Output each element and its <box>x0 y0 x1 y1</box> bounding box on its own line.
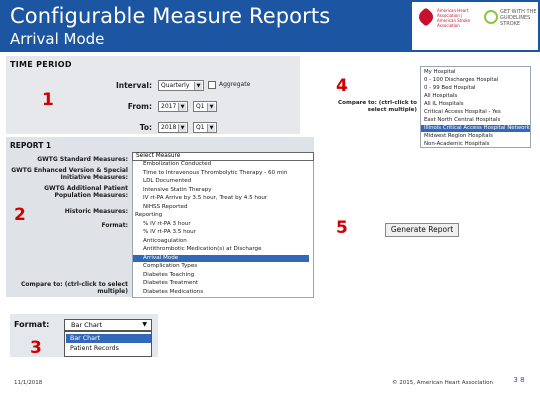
format-selected-value: Bar Chart <box>71 321 103 329</box>
gwtg-logo-icon <box>484 10 498 24</box>
time-period-title: TIME PERIOD <box>10 60 72 69</box>
compare-to-listbox[interactable]: My Hospital 0 - 100 Discharges Hospital 0 … <box>420 66 531 148</box>
interval-select[interactable]: Quarterly ▼ <box>158 80 204 91</box>
aha-logo-text: American Heart Association | American St… <box>437 8 471 28</box>
measure-option[interactable]: NIHSS Reported <box>133 204 309 211</box>
footer-date: 11/1/2018 <box>14 380 43 386</box>
compare-to-label: Compare to: (ctrl-click to select multip… <box>338 100 417 113</box>
measure-option[interactable]: Antithrombotic Medication(s) at Discharg… <box>133 246 309 253</box>
footer-copyright: © 2015, American Heart Association <box>392 380 494 386</box>
from-quarter-select[interactable]: Q1 ▼ <box>193 101 217 112</box>
measure-option: Reporting <box>135 212 163 218</box>
interval-value: Quarterly <box>161 82 190 89</box>
callout-number-2: 2 <box>14 205 26 225</box>
measure-option[interactable]: Arrival Mode <box>133 254 309 262</box>
from-quarter-value: Q1 <box>196 103 205 110</box>
interval-label: Interval: <box>115 81 152 90</box>
to-quarter-value: Q1 <box>196 124 205 131</box>
compare-to-label-left: Compare to: (ctrl-click to select multip… <box>21 281 128 295</box>
select-measure-header[interactable]: Select Measure <box>132 152 314 161</box>
compare-option[interactable]: Critical Access Hospital - Yes <box>421 109 530 116</box>
callout-number-3: 3 <box>30 338 42 358</box>
measure-option[interactable]: Diabetes Teaching <box>133 272 309 279</box>
compare-option[interactable]: Non-Academic Hospitals <box>421 141 530 147</box>
measure-option[interactable]: % IV rt-PA 3.5 hour <box>133 229 309 236</box>
callout-number-5: 5 <box>336 218 348 238</box>
from-year-value: 2017 <box>161 103 177 110</box>
aggregate-checkbox[interactable] <box>208 81 216 89</box>
chevron-down-icon: ▼ <box>207 103 215 111</box>
from-label: From: <box>127 102 152 111</box>
format-option[interactable]: Bar Chart <box>66 334 151 343</box>
enhanced-measures-label: GWTG Enhanced Version & Special Initiati… <box>11 167 128 181</box>
report-format-label: Format: <box>101 222 128 229</box>
measure-option[interactable]: Intensive Statin Therapy <box>133 187 309 194</box>
measure-option[interactable]: % IV rt-PA 3 hour <box>133 221 309 228</box>
measure-option[interactable]: Diabetes Treatment <box>133 280 309 287</box>
to-year-select[interactable]: 2018 ▼ <box>158 122 188 133</box>
callout-number-4: 4 <box>336 76 348 96</box>
to-quarter-select[interactable]: Q1 ▼ <box>193 122 217 133</box>
compare-option[interactable]: 0 - 99 Bed Hospital <box>421 85 530 92</box>
compare-option[interactable]: All IL Hospitals <box>421 101 530 108</box>
measure-option[interactable]: Complication Types <box>133 263 309 270</box>
additional-measures-label: GWTG Additional Patient Population Measu… <box>44 185 128 199</box>
historic-measures-label: Historic Measures: <box>64 208 128 215</box>
aggregate-label: Aggregate <box>219 81 251 88</box>
measure-option[interactable]: IV rt-PA Arrive by 3.5 hour, Treat by 4.… <box>133 195 309 202</box>
compare-option[interactable]: All Hospitals <box>421 93 530 100</box>
compare-option[interactable]: East North Central Hospitals <box>421 117 530 124</box>
measure-items: Embolization Conducted Time to Intravenou… <box>133 161 313 297</box>
measure-option[interactable]: Diabetes Medications <box>133 289 309 296</box>
to-year-value: 2018 <box>161 124 177 131</box>
chevron-down-icon: ▼ <box>194 82 202 90</box>
gwtg-logo-text: GET WITH THE GUIDELINES STROKE <box>500 9 537 27</box>
chevron-down-icon: ▼ <box>178 124 186 132</box>
measure-option[interactable]: Time to Intravenous Thrombolytic Therapy… <box>133 170 309 177</box>
page-subtitle: Arrival Mode <box>10 30 105 48</box>
to-label: To: <box>139 123 152 132</box>
measure-option[interactable]: Embolization Conducted <box>133 161 309 168</box>
generate-report-button[interactable]: Generate Report <box>385 223 459 237</box>
compare-option[interactable]: Midwest Region Hospitals <box>421 133 530 140</box>
chevron-down-icon: ▼ <box>207 124 215 132</box>
format-dropdown: Bar Chart Patient Records <box>64 331 152 357</box>
format-label: Format: <box>14 320 50 329</box>
from-year-select[interactable]: 2017 ▼ <box>158 101 188 112</box>
measure-option[interactable]: LDL Documented <box>133 178 309 185</box>
report-title: REPORT 1 <box>10 141 52 150</box>
standard-measures-label: GWTG Standard Measures: <box>37 156 128 163</box>
compare-option[interactable]: My Hospital <box>421 69 530 76</box>
compare-option[interactable]: Illinois Critical Access Hospital Networ… <box>421 125 530 132</box>
callout-number-1: 1 <box>42 90 54 110</box>
chevron-down-icon: ▼ <box>178 103 186 111</box>
measure-option[interactable]: Anticoagulation <box>133 238 309 245</box>
compare-option[interactable]: 0 - 100 Discharges Hospital <box>421 77 530 84</box>
format-option[interactable]: Patient Records <box>66 344 151 353</box>
chevron-down-icon: ▼ <box>142 321 147 328</box>
page-title: Configurable Measure Reports <box>10 4 331 28</box>
slide-number: 3 8 <box>513 376 525 384</box>
format-select[interactable]: Bar Chart ▼ <box>64 319 152 331</box>
